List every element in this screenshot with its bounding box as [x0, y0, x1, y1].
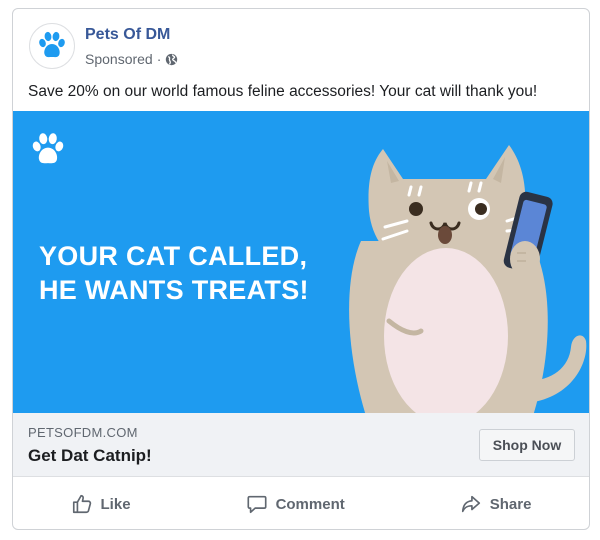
- globe-icon[interactable]: [165, 53, 178, 66]
- page-name-link[interactable]: Pets Of DM: [85, 26, 170, 44]
- share-arrow-icon: [461, 495, 480, 513]
- creative-headline: YOUR CAT CALLED, HE WANTS TREATS!: [39, 239, 309, 307]
- post-header: Pets Of DM Sponsored ·: [13, 9, 589, 79]
- avatar[interactable]: [29, 23, 75, 69]
- cat-illustration: [349, 145, 587, 413]
- paw-icon: [32, 133, 64, 164]
- share-button[interactable]: Share: [442, 487, 550, 521]
- sponsored-label[interactable]: Sponsored: [85, 51, 153, 67]
- link-title[interactable]: Get Dat Catnip!: [28, 446, 152, 466]
- headline-line-1: YOUR CAT CALLED,: [39, 241, 308, 271]
- post-text: Save 20% on our world famous feline acce…: [28, 83, 538, 100]
- post-meta: Sponsored ·: [85, 51, 178, 67]
- share-label: Share: [489, 495, 532, 513]
- comment-icon: [247, 495, 267, 514]
- comment-label: Comment: [275, 495, 345, 513]
- ad-creative-image[interactable]: YOUR CAT CALLED, HE WANTS TREATS!: [13, 111, 589, 413]
- like-label: Like: [100, 495, 131, 513]
- post-actions: Like Comment Share: [13, 479, 589, 529]
- shop-now-button[interactable]: Shop Now: [479, 429, 575, 461]
- link-preview[interactable]: PETSOFDM.COM Get Dat Catnip! Shop Now: [13, 413, 589, 477]
- meta-separator: ·: [156, 51, 162, 67]
- sponsored-post-card: Pets Of DM Sponsored · Save 20% on our w…: [12, 8, 590, 530]
- link-domain: PETSOFDM.COM: [28, 425, 138, 440]
- thumbs-up-icon: [72, 494, 91, 514]
- headline-line-2: HE WANTS TREATS!: [39, 275, 309, 305]
- comment-button[interactable]: Comment: [228, 487, 363, 521]
- paw-icon: [39, 31, 65, 58]
- like-button[interactable]: Like: [53, 487, 149, 521]
